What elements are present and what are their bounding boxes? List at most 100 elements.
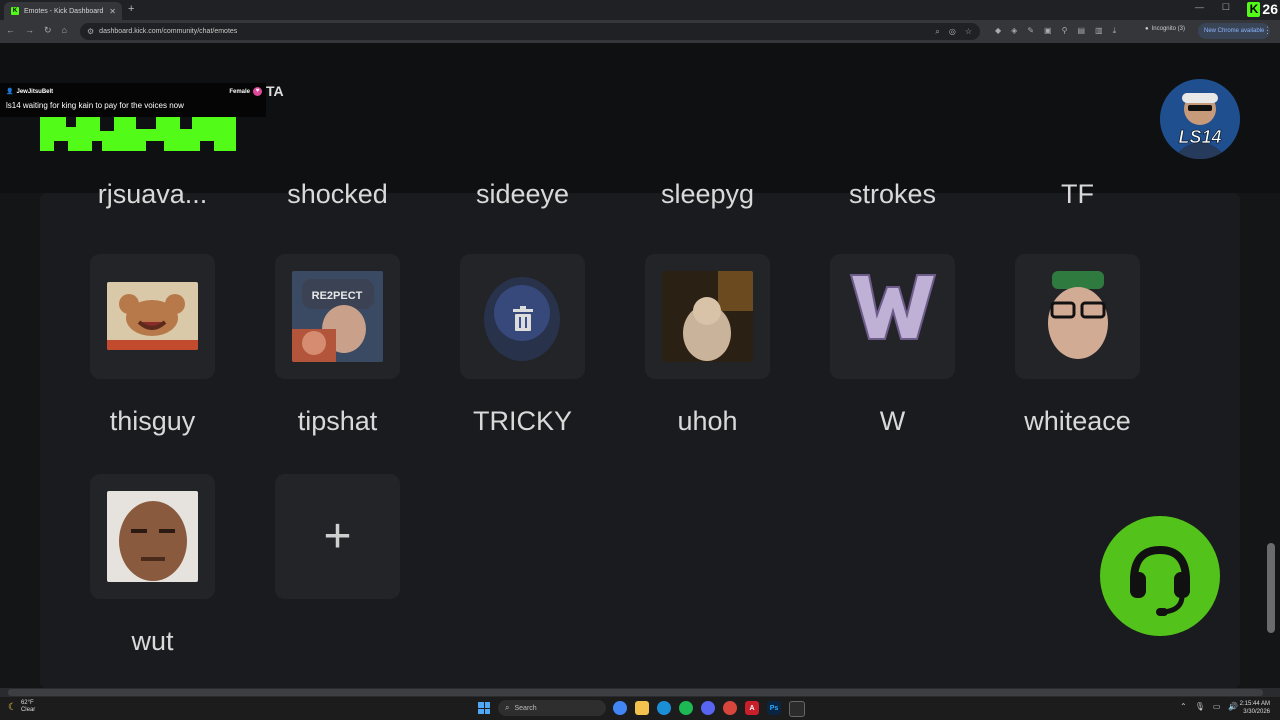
maximize-icon[interactable]: ☐ xyxy=(1222,2,1230,13)
url-field[interactable]: ⚙ dashboard.kick.com/community/chat/emot… xyxy=(80,23,980,40)
app-icon[interactable] xyxy=(723,701,737,715)
emote-name: wut xyxy=(131,626,174,656)
minimize-icon[interactable]: — xyxy=(1195,2,1204,13)
emote-name: W xyxy=(879,406,906,436)
acrobat-icon[interactable]: A xyxy=(745,701,759,715)
home-icon[interactable]: ⌂ xyxy=(62,25,67,36)
avatar[interactable]: LS14 xyxy=(1160,79,1240,159)
trash-icon[interactable] xyxy=(510,306,536,332)
extension-icon[interactable]: ⚲ xyxy=(1062,26,1068,36)
emote-card[interactable] xyxy=(90,474,215,599)
emote-card[interactable] xyxy=(645,254,770,379)
emote-name: tipshat xyxy=(297,406,378,436)
spotify-icon[interactable] xyxy=(679,701,693,715)
reload-icon[interactable]: ↻ xyxy=(44,25,52,36)
plus-icon: + xyxy=(323,510,352,563)
emote-name: sleepyg xyxy=(660,179,755,209)
clock[interactable]: 2:15:44 AM 3/30/2026 xyxy=(1240,700,1270,716)
emote-card[interactable] xyxy=(830,254,955,379)
emote-image xyxy=(662,271,753,362)
extension-icon[interactable]: ✎ xyxy=(1027,26,1034,36)
emote-name: thisguy xyxy=(109,406,196,436)
chrome-icon[interactable] xyxy=(613,701,627,715)
emote-image xyxy=(107,282,198,350)
zoom-icon[interactable]: ⌕ xyxy=(935,27,939,37)
volume-icon[interactable]: 🔊 xyxy=(1228,702,1238,711)
emote-name: sideeye xyxy=(475,179,570,209)
file-explorer-icon[interactable] xyxy=(635,701,649,715)
menu-dots-icon[interactable]: ⋮ xyxy=(1263,25,1272,36)
terminal-icon[interactable] xyxy=(789,701,805,717)
incognito-icon: ● xyxy=(1145,26,1149,32)
emote-name: uhoh xyxy=(677,406,738,436)
forward-icon[interactable]: → xyxy=(25,25,34,36)
extension-icon[interactable]: ◆ xyxy=(995,26,1001,36)
extension-icons: ◆ ◈ ✎ ▣ ⚲ ▤ ▥ ⤓ xyxy=(995,26,1116,36)
search-placeholder: Search xyxy=(514,704,537,712)
download-icon[interactable]: ⤓ xyxy=(1113,26,1117,36)
emote-name: whiteace xyxy=(1024,406,1131,436)
microphone-icon[interactable]: 🎙 xyxy=(1195,702,1205,711)
avatar-label: LS14 xyxy=(1178,127,1221,147)
weather-text: 62°F Clear xyxy=(21,700,35,714)
star-icon[interactable]: ☆ xyxy=(965,27,972,37)
incognito-indicator[interactable]: ● Incognito (3) xyxy=(1145,26,1185,32)
new-chrome-button[interactable]: New Chrome available xyxy=(1198,23,1271,39)
extension-icon[interactable]: ◈ xyxy=(1011,26,1017,36)
window-controls: — ☐ xyxy=(1195,2,1230,13)
kick-favicon-icon: K xyxy=(11,7,19,15)
site-info-icon[interactable]: ⚙ xyxy=(87,27,94,36)
chevron-up-icon[interactable]: ⌃ xyxy=(1180,702,1187,711)
emote-card[interactable] xyxy=(1015,254,1140,379)
photoshop-icon[interactable]: Ps xyxy=(767,701,781,715)
emote-image xyxy=(847,271,938,343)
incognito-label: Incognito (3) xyxy=(1151,26,1185,32)
add-emote-button[interactable]: + xyxy=(275,474,400,599)
emote-card[interactable]: RE2PECT xyxy=(275,254,400,379)
extension-icon[interactable]: ▣ xyxy=(1044,26,1052,36)
vertical-scrollbar[interactable] xyxy=(1267,543,1275,633)
corner-badge-number: 26 xyxy=(1262,1,1278,17)
close-icon[interactable]: ✕ xyxy=(109,7,116,16)
sidepanel-icon[interactable]: ▥ xyxy=(1095,26,1103,36)
emote-card[interactable] xyxy=(90,254,215,379)
browser-tab-strip: K Emotes - Kick Dashboard ✕ + — ☐ K 26 xyxy=(0,0,1280,20)
heart-badge-icon: ♥ xyxy=(253,87,262,96)
taskbar-apps: A Ps xyxy=(613,701,805,717)
emotes-panel: rjsuava... shocked sideeye sleepyg strok… xyxy=(40,179,1240,688)
system-tray: ⌃ 🎙 ▭ 🔊 xyxy=(1180,702,1238,711)
header-partial-text: TA xyxy=(266,83,284,99)
nav-buttons: ← → ↻ ⌂ xyxy=(6,25,67,36)
windows-start-icon[interactable] xyxy=(478,702,490,714)
browser-tab[interactable]: K Emotes - Kick Dashboard ✕ xyxy=(4,2,122,20)
horizontal-scrollbar[interactable] xyxy=(0,688,1280,697)
emote-image: RE2PECT xyxy=(292,271,383,362)
moon-icon: ☾ xyxy=(8,701,17,713)
user-icon: 👤 xyxy=(6,89,14,95)
emote-name: TF xyxy=(1061,179,1094,209)
discord-icon[interactable] xyxy=(701,701,715,715)
clock-date: 3/30/2026 xyxy=(1243,709,1270,715)
avatar-image: LS14 xyxy=(1160,79,1240,159)
weather-temp: 62°F xyxy=(20,700,34,706)
support-button[interactable] xyxy=(1100,516,1220,636)
extensions-puzzle-icon[interactable]: ▤ xyxy=(1077,26,1085,36)
weather-widget[interactable]: ☾ 62°F Clear xyxy=(8,700,35,714)
gender-tag: Female ♥ xyxy=(229,87,262,96)
emote-name: shocked xyxy=(287,179,388,209)
address-bar: ← → ↻ ⌂ ⚙ dashboard.kick.com/community/c… xyxy=(0,20,1280,43)
chat-username: JewJitsuBelt xyxy=(16,88,54,95)
chat-user: 👤 JewJitsuBelt xyxy=(6,88,54,96)
eye-off-icon[interactable]: ◎ xyxy=(949,27,956,37)
omnibox-icons: ⌕ ◎ ☆ xyxy=(935,27,972,37)
emote-card[interactable] xyxy=(460,254,585,379)
tab-title: Emotes - Kick Dashboard xyxy=(24,7,104,15)
taskbar-search[interactable]: ⌕ Search xyxy=(498,700,606,716)
scrollbar-thumb[interactable] xyxy=(8,689,1263,696)
svg-text:RE2PECT: RE2PECT xyxy=(312,290,363,302)
plus-icon[interactable]: + xyxy=(128,3,134,15)
back-icon[interactable]: ← xyxy=(6,25,15,36)
edge-icon[interactable] xyxy=(657,701,671,715)
network-icon[interactable]: ▭ xyxy=(1213,702,1221,711)
kick-wordmark-logo xyxy=(40,117,236,151)
